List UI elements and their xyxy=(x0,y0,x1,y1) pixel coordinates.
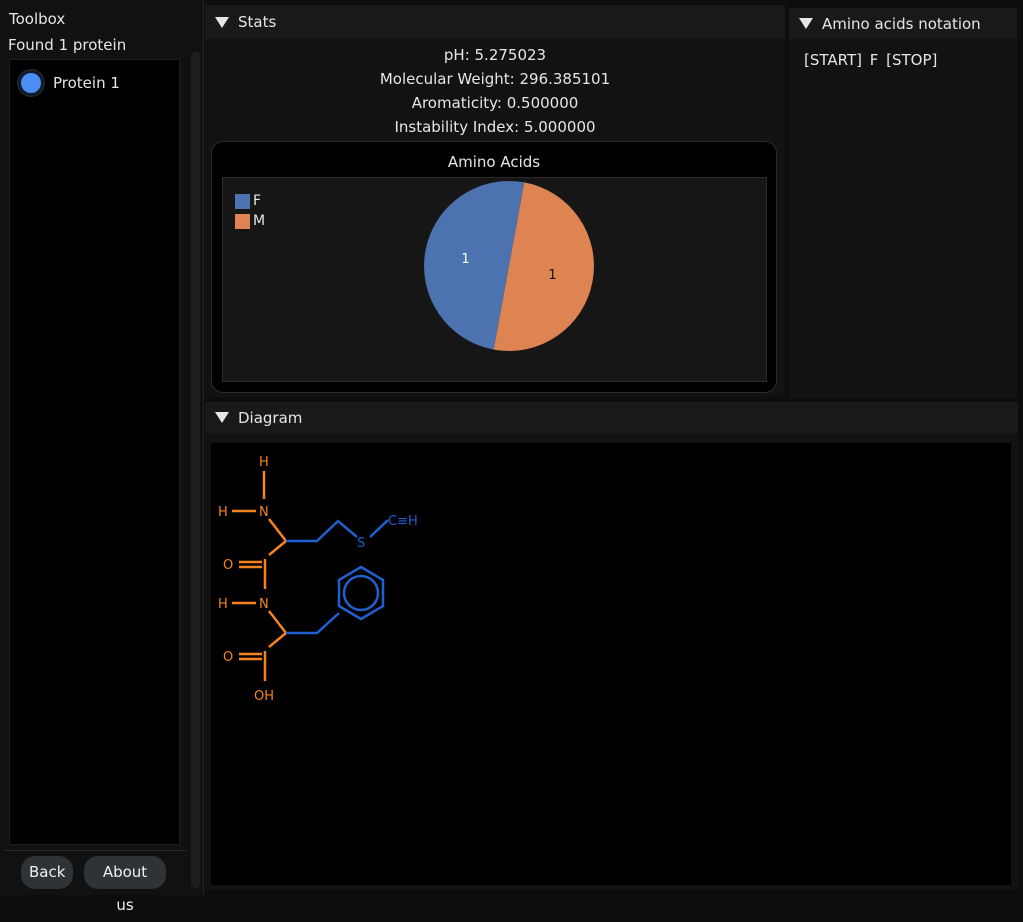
diagram-panel: Diagram H H N O H N O OH S C≡H xyxy=(205,402,1018,890)
back-button[interactable]: Back xyxy=(21,856,73,889)
collapse-triangle-icon[interactable] xyxy=(215,412,229,423)
protein-color-dot-icon xyxy=(18,70,44,96)
chart-title: Amino Acids xyxy=(447,153,541,171)
atom-s: S xyxy=(357,536,365,551)
stats-header[interactable]: Stats xyxy=(205,5,785,39)
sidechain-bonds xyxy=(286,519,389,635)
atom-ch: C≡H xyxy=(388,514,418,529)
aromaticity-value: Aromaticity: 0.500000 xyxy=(411,94,579,112)
protein-count: Found 1 protein xyxy=(8,36,127,54)
atom-n-2: N xyxy=(259,597,269,612)
molecule-structure: H H N O H N O OH S C≡H xyxy=(218,455,418,704)
atom-oh: OH xyxy=(254,689,274,704)
diagram-title: Diagram xyxy=(238,408,303,427)
molecule-diagram: H H N O H N O OH S C≡H xyxy=(211,443,1011,885)
collapse-triangle-icon[interactable] xyxy=(215,16,229,28)
stats-title: Stats xyxy=(238,13,277,31)
atom-o-1: O xyxy=(223,558,233,573)
atom-h-top: H xyxy=(259,455,269,470)
atom-h-2: H xyxy=(218,597,228,612)
pie-label-m: 1 xyxy=(548,268,556,283)
notation-panel: Amino acids notation [START] F [STOP] xyxy=(789,8,1017,398)
molecular-weight-value: Molecular Weight: 296.385101 xyxy=(379,70,611,88)
collapse-triangle-icon[interactable] xyxy=(799,18,813,29)
instability-index-value: Instability Index: 5.000000 xyxy=(394,118,596,136)
amino-acids-chart: Amino Acids F M 11 xyxy=(211,141,777,393)
notation-header[interactable]: Amino acids notation xyxy=(789,8,1017,39)
toolbox-title: Toolbox xyxy=(9,10,66,28)
protein-list: Protein 1 xyxy=(9,59,180,845)
backbone-bonds xyxy=(232,471,287,681)
atom-labels: H H N O H N O OH S C≡H xyxy=(218,455,418,704)
pie-chart: 11 xyxy=(424,181,594,351)
atom-o-2: O xyxy=(223,650,233,665)
list-item-protein-1[interactable]: Protein 1 xyxy=(18,70,120,96)
stats-panel: Stats pH: 5.275023 Molecular Weight: 296… xyxy=(205,5,785,397)
notation-title: Amino acids notation xyxy=(822,14,981,33)
chart-plot-area: F M 11 xyxy=(222,177,767,382)
amino-acid-sequence: [START] F [STOP] xyxy=(804,51,938,69)
toolbox-footer-divider xyxy=(4,850,186,851)
atom-h-1: H xyxy=(218,505,228,520)
protein-label: Protein 1 xyxy=(53,74,120,92)
about-us-button[interactable]: About us xyxy=(84,856,166,914)
toolbox-scrollbar[interactable] xyxy=(191,52,200,888)
diagram-header[interactable]: Diagram xyxy=(205,402,1018,433)
ph-value: pH: 5.275023 xyxy=(443,46,547,64)
toolbox-panel: Toolbox Found 1 protein Protein 1 Back A… xyxy=(0,0,204,914)
pie-label-f: 1 xyxy=(461,252,469,267)
atom-n-1: N xyxy=(259,505,269,520)
